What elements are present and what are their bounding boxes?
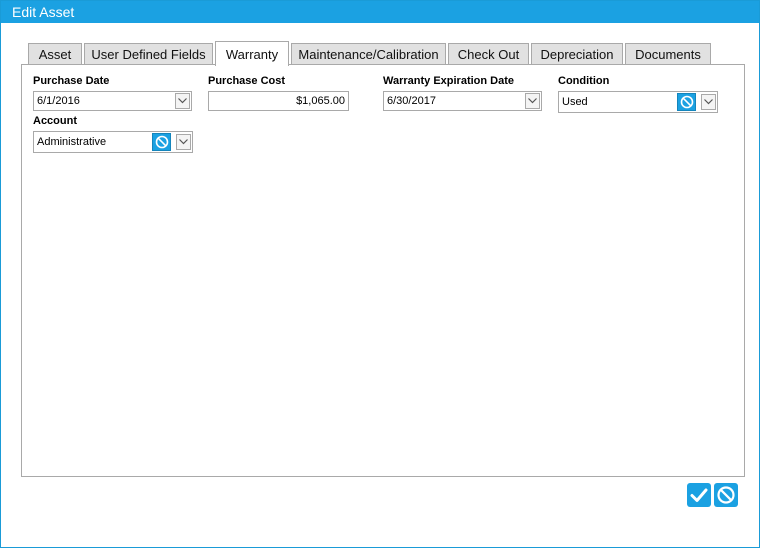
account-clear-button[interactable] <box>152 133 171 151</box>
tab-check-out[interactable]: Check Out <box>448 43 529 64</box>
purchase-date-value: 6/1/2016 <box>37 95 80 107</box>
purchase-date-label: Purchase Date <box>33 75 110 87</box>
condition-label: Condition <box>558 75 610 87</box>
purchase-date-field[interactable]: 6/1/2016 <box>33 91 192 111</box>
edit-asset-dialog: Edit Asset Asset User Defined Fields War… <box>0 0 760 548</box>
condition-field[interactable]: Used <box>558 91 718 113</box>
account-dropdown-button[interactable] <box>176 134 191 150</box>
account-value: Administrative <box>37 136 107 148</box>
chevron-down-icon <box>704 99 713 105</box>
tab-user-defined-fields[interactable]: User Defined Fields <box>84 43 213 64</box>
tab-asset[interactable]: Asset <box>28 43 82 64</box>
warranty-expiration-label: Warranty Expiration Date <box>383 75 515 87</box>
chevron-down-icon <box>179 139 188 145</box>
checkmark-icon <box>690 488 708 502</box>
warranty-panel: Purchase Date 6/1/2016 Purchase Cost $1,… <box>21 64 745 477</box>
condition-value: Used <box>562 96 588 108</box>
chevron-down-icon <box>178 98 187 104</box>
save-button[interactable] <box>687 483 711 507</box>
account-field[interactable]: Administrative <box>33 131 193 153</box>
no-entry-icon <box>155 135 169 149</box>
warranty-expiration-value: 6/30/2017 <box>387 95 436 107</box>
cancel-icon <box>717 486 735 504</box>
condition-clear-button[interactable] <box>677 93 696 111</box>
cancel-button[interactable] <box>714 483 738 507</box>
dialog-title: Edit Asset <box>1 1 759 23</box>
condition-dropdown-button[interactable] <box>701 94 716 110</box>
purchase-cost-field[interactable]: $1,065.00 <box>208 91 349 111</box>
purchase-cost-label: Purchase Cost <box>208 75 286 87</box>
tab-maintenance-calibration[interactable]: Maintenance/Calibration <box>291 43 446 64</box>
purchase-cost-value: $1,065.00 <box>296 95 345 107</box>
tab-depreciation[interactable]: Depreciation <box>531 43 623 64</box>
chevron-down-icon <box>528 98 537 104</box>
tab-warranty[interactable]: Warranty <box>215 41 289 66</box>
no-entry-icon <box>680 95 694 109</box>
account-label: Account <box>33 115 77 127</box>
tab-documents[interactable]: Documents <box>625 43 711 64</box>
purchase-date-dropdown-button[interactable] <box>175 93 190 109</box>
warranty-expiration-field[interactable]: 6/30/2017 <box>383 91 542 111</box>
warranty-expiration-dropdown-button[interactable] <box>525 93 540 109</box>
